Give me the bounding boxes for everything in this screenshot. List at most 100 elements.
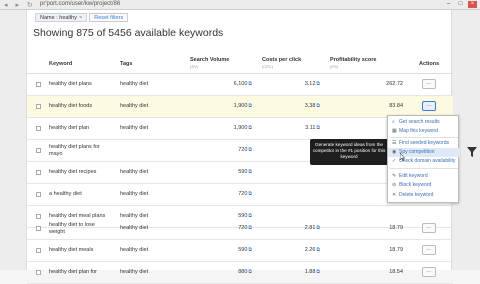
volume-cell: 720⧉ (238, 225, 252, 231)
score-cell: 18.79 (389, 247, 403, 253)
col-profitability-score[interactable]: Profitability score (PS) (330, 57, 376, 69)
filter-chip[interactable]: Name : healthy × (35, 12, 88, 22)
row-actions-button[interactable]: ... (422, 245, 436, 255)
volume-value: 1,900 (233, 103, 248, 109)
external-link-icon[interactable]: ⧉ (316, 125, 320, 131)
edit-icon: ✎ (392, 173, 397, 179)
cpc-cell: 2.81⧉ (305, 225, 320, 231)
external-link-icon[interactable]: ⧉ (248, 81, 252, 87)
tag-cell: healthy diet (120, 225, 149, 231)
row-checkbox[interactable] (36, 226, 41, 231)
menu-divider (390, 168, 458, 169)
block-icon: ⊘ (392, 182, 397, 188)
external-link-icon[interactable]: ⧉ (316, 103, 320, 109)
tag-cell: healthy diet (120, 125, 149, 131)
col-search-volume[interactable]: Search Volume (SV) (190, 57, 229, 69)
menu-delete-keyword[interactable]: ✕ Delete keyword (388, 191, 460, 200)
keyword-cell: healthy diet plans (49, 81, 92, 87)
volume-cell: 720⧉ (238, 191, 252, 197)
external-link-icon[interactable]: ⧉ (248, 191, 252, 197)
filter-chip-label: Name : healthy (40, 14, 77, 21)
keyword-cell: healthy diet to lose weight (49, 222, 95, 235)
cpc-value: 3.38 (304, 103, 316, 109)
list-icon: ☰ (392, 140, 397, 146)
table-row[interactable]: healthy diet plans healthy diet 6,100⧉ 3… (27, 74, 453, 96)
menu-item-label: Delete keyword (399, 192, 434, 198)
menu-get-search-results[interactable]: ⌕ Get search results (388, 118, 460, 127)
score-cell: 18.79 (389, 225, 403, 231)
row-checkbox[interactable] (36, 248, 41, 253)
volume-cell: 590⧉ (238, 169, 252, 175)
keyword-cell: healthy diet meals (49, 247, 94, 253)
row-checkbox[interactable] (36, 82, 41, 87)
menu-spy-competition[interactable]: ◉ Spy competition (388, 148, 460, 157)
reset-filters-button[interactable]: Reset filters (89, 12, 129, 22)
external-link-icon[interactable]: ⧉ (248, 103, 252, 109)
remove-filter-icon[interactable]: × (79, 15, 82, 21)
external-link-icon[interactable]: ⧉ (316, 225, 320, 231)
menu-find-seeded-keywords[interactable]: ☰ Find seeded keywords (388, 139, 460, 148)
page-title: Showing 875 of 5456 available keywords (33, 27, 224, 39)
active-filters: Name : healthy × Reset filters (35, 12, 129, 22)
maximize-button[interactable]: □ (456, 1, 465, 8)
cpc-value: 3.11 (305, 125, 316, 131)
volume-value: 590 (238, 169, 248, 175)
row-checkbox[interactable] (36, 126, 41, 131)
cpc-value: 2.26 (304, 247, 316, 253)
keyword-cell: healthy diet recipes (49, 169, 97, 175)
external-link-icon[interactable]: ⧉ (248, 225, 252, 231)
browser-nav-icons[interactable]: ◂ ▸ ↻ (4, 1, 36, 9)
menu-item-label: Get search results (399, 119, 440, 125)
external-link-icon[interactable]: ⧉ (248, 247, 252, 253)
row-checkbox[interactable] (36, 104, 41, 109)
table-row[interactable]: healthy diet plan for healthy diet 880⧉ … (27, 262, 453, 284)
menu-divider (390, 137, 458, 138)
volume-cell: 1,900⧉ (234, 103, 252, 109)
volume-value: 720 (238, 225, 248, 231)
volume-value: 590 (238, 247, 248, 253)
external-link-icon[interactable]: ⧉ (248, 147, 252, 153)
filter-icon[interactable] (466, 146, 478, 158)
volume-cell: 720⧉ (238, 147, 252, 153)
menu-item-label: Check domain availability (399, 158, 456, 164)
external-link-icon[interactable]: ⧉ (248, 125, 252, 131)
external-link-icon[interactable]: ⧉ (316, 81, 320, 87)
row-checkbox[interactable] (36, 270, 41, 275)
row-checkbox[interactable] (36, 170, 41, 175)
col-search-volume-label: Search Volume (190, 57, 230, 63)
table-row[interactable]: healthy diet to lose weight healthy diet… (27, 218, 453, 240)
external-link-icon[interactable]: ⧉ (316, 247, 320, 253)
window-controls: – □ × (444, 1, 477, 8)
row-checkbox[interactable] (36, 148, 41, 153)
spy-icon: ◉ (392, 149, 397, 155)
mouse-cursor-icon (400, 153, 405, 161)
col-keyword[interactable]: Keyword (49, 61, 72, 67)
tag-cell: healthy diet (120, 169, 149, 175)
col-tags[interactable]: Tags (120, 61, 132, 67)
col-cpc[interactable]: Costs per click (CPC) (262, 57, 301, 69)
row-checkbox[interactable] (36, 192, 41, 197)
menu-check-domain[interactable]: ✓ Check domain availability (388, 157, 460, 166)
row-actions-button-open[interactable]: ... (422, 101, 436, 111)
row-actions-button[interactable]: ... (422, 79, 436, 89)
menu-map-keyword[interactable]: ▦ Map this keyword (388, 127, 460, 136)
row-actions-button[interactable]: ... (422, 267, 436, 277)
address-bar[interactable]: pr'port.com/user/kw/project/86 (40, 1, 120, 7)
row-actions-button[interactable]: ... (422, 223, 436, 233)
table-header: Keyword Tags Search Volume (SV) Costs per… (27, 54, 453, 74)
minimize-button[interactable]: – (444, 1, 453, 8)
score-cell: 262.72 (386, 81, 403, 87)
menu-edit-keyword[interactable]: ✎ Edit keyword (388, 172, 460, 181)
close-window-button[interactable]: × (468, 1, 477, 8)
spy-competition-tooltip: Generate keyword ideas from the competit… (310, 139, 392, 165)
volume-cell: 6,100⧉ (234, 81, 252, 87)
cpc-value: 2.81 (304, 225, 316, 231)
menu-item-label: Edit keyword (399, 173, 428, 179)
delete-icon: ✕ (392, 192, 397, 198)
menu-block-keyword[interactable]: ⊘ Block keyword (388, 181, 460, 190)
tag-cell: healthy diet (120, 247, 149, 253)
external-link-icon[interactable]: ⧉ (248, 169, 252, 175)
col-cpc-label: Costs per click (262, 57, 302, 63)
cpc-cell: 3.12⧉ (305, 81, 320, 87)
table-row[interactable]: healthy diet meals healthy diet 590⧉ 2.2… (27, 240, 453, 262)
